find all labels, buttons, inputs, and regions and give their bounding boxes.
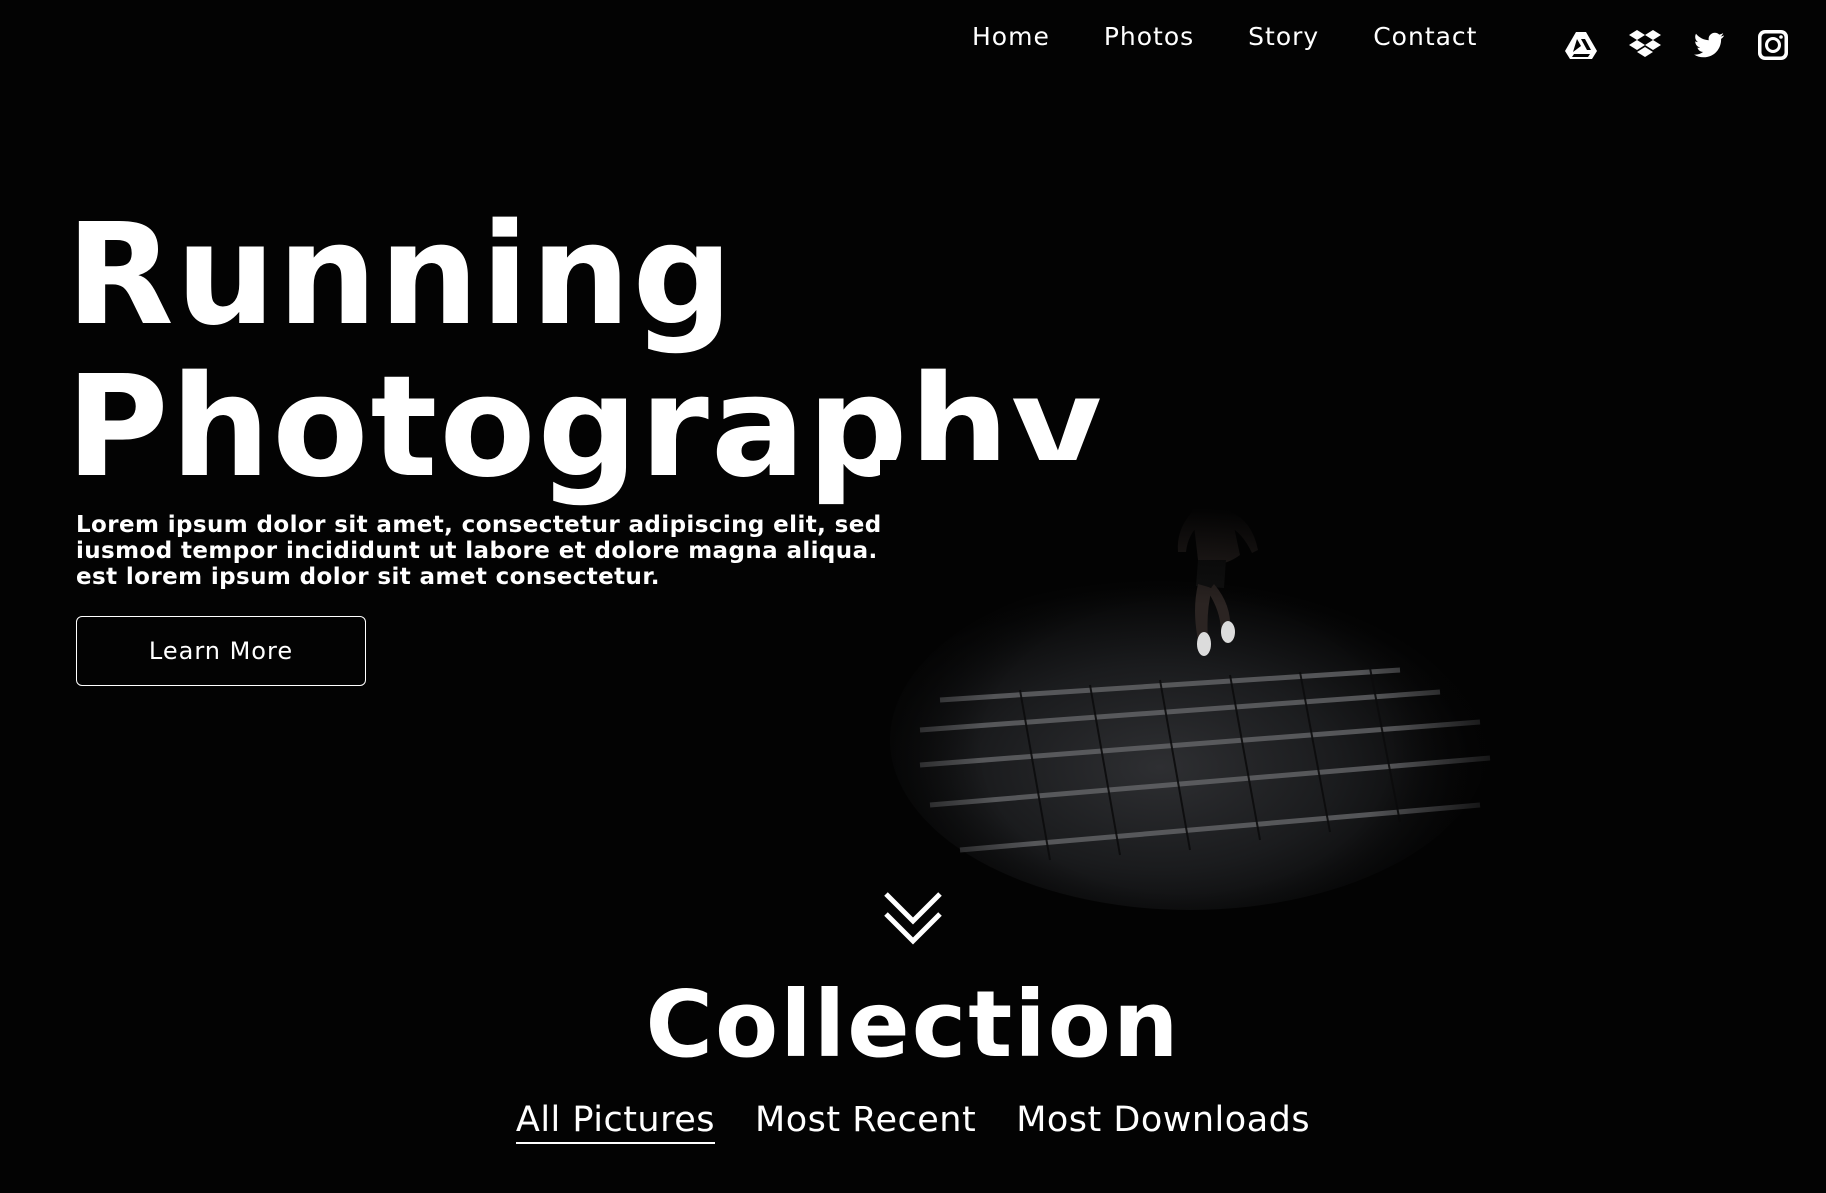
twitter-icon[interactable] xyxy=(1692,28,1726,62)
social-links xyxy=(1564,28,1790,62)
hero-description: Lorem ipsum dolor sit amet, consectetur … xyxy=(76,512,976,590)
tab-most-recent[interactable]: Most Recent xyxy=(755,1100,976,1142)
double-chevron-down-icon[interactable] xyxy=(880,888,946,948)
runner-photo xyxy=(880,460,1560,940)
collection-title: Collection xyxy=(645,971,1181,1078)
dropbox-icon[interactable] xyxy=(1628,28,1662,62)
hero-description-line1: Lorem ipsum dolor sit amet, consectetur … xyxy=(76,512,948,538)
nav-link-contact[interactable]: Contact xyxy=(1373,22,1477,51)
main-nav: Home Photos Story Contact xyxy=(972,22,1531,51)
hero-description-line2: iusmod tempor incididunt ut labore et do… xyxy=(76,538,947,564)
drive-icon[interactable] xyxy=(1564,28,1598,62)
hero-title: Running Photography xyxy=(66,200,1104,504)
hero-description-line3: est lorem ipsum dolor sit amet consectet… xyxy=(76,564,660,590)
nav-link-home[interactable]: Home xyxy=(972,22,1050,51)
hero-title-line1: Running xyxy=(66,194,735,357)
tab-all-pictures[interactable]: All Pictures xyxy=(515,1100,716,1144)
tab-most-downloads[interactable]: Most Downloads xyxy=(1016,1100,1310,1142)
collection-filter-tabs: All Pictures Most Recent Most Downloads xyxy=(0,1100,1826,1144)
nav-link-photos[interactable]: Photos xyxy=(1104,22,1194,51)
instagram-icon[interactable] xyxy=(1756,28,1790,62)
nav-link-story[interactable]: Story xyxy=(1248,22,1319,51)
learn-more-button[interactable]: Learn More xyxy=(76,616,366,686)
landing-page: Home Photos Story Contact Running Photog… xyxy=(0,0,1826,1193)
